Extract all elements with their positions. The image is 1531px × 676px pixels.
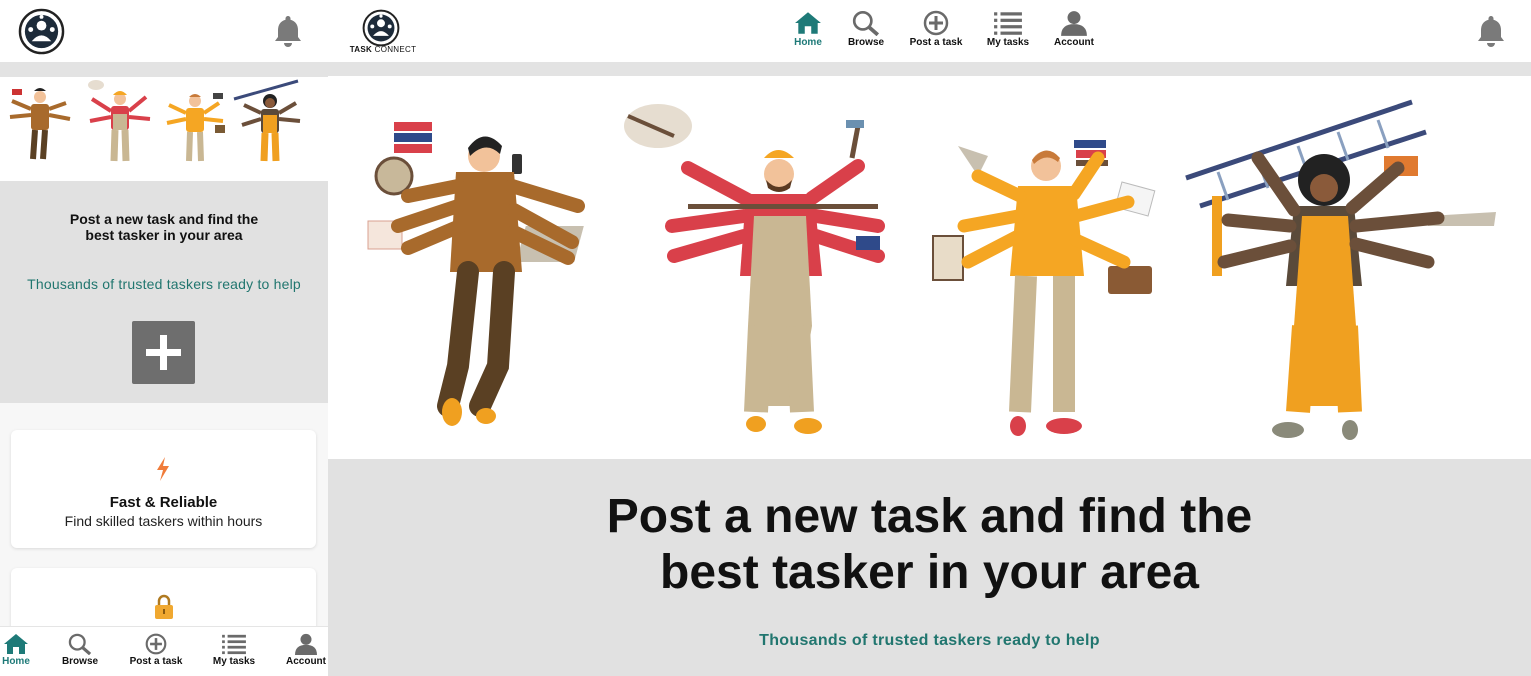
hero-subtitle: Thousands of trusted taskers ready to he… [759,632,1100,649]
post-task-button[interactable] [132,321,195,384]
app-root: Post a new task and find the best tasker… [0,0,1531,676]
nav-account-label: Account [286,656,326,667]
hero-title: Post a new task and find the best tasker… [30,211,298,243]
logo-icon[interactable] [18,8,65,55]
lightning-icon [157,457,169,481]
plus-circle-icon [145,633,167,655]
bell-icon[interactable] [1475,14,1507,48]
mobile-hero-section: Post a new task and find the best tasker… [0,181,328,403]
user-icon [1061,11,1087,36]
nav-post-task-label: Post a task [129,656,183,667]
hero-title: Post a new task and find the best tasker… [478,489,1381,601]
worker-illustration [624,104,885,434]
desktop-view: TASK CONNECT Home Browse Post a task My … [328,0,1531,676]
bell-icon[interactable] [272,14,304,48]
search-icon [68,633,92,655]
list-icon [994,12,1022,35]
worker-illustration [1185,99,1496,440]
hero-subtitle: Thousands of trusted taskers ready to he… [27,276,301,292]
nav-browse-label: Browse [847,37,885,48]
logo-text-word2: CONNECT [374,45,417,54]
hero-illustration [328,76,1531,459]
feature-description: Find skilled taskers within hours [64,513,263,529]
mobile-bottom-nav: Home Browse Post a task My tasks Account [0,626,328,676]
nav-my-tasks-label: My tasks [212,656,256,667]
mobile-view: Post a new task and find the best tasker… [0,0,328,676]
hero-title-line2: best tasker in your area [660,546,1199,599]
hero-title-line2: best tasker in your area [85,227,243,243]
nav-home-label: Home [2,656,30,667]
feature-card: Fast & Reliable Find skilled taskers wit… [11,430,316,548]
nav-browse-label: Browse [61,656,99,667]
logo-text-word1: TASK [349,45,373,54]
header-divider [328,62,1531,76]
nav-browse[interactable]: Browse [846,10,886,48]
mobile-header [0,0,328,62]
nav-post-task[interactable]: Post a task [128,627,184,676]
nav-home-label: Home [794,37,822,48]
nav-my-tasks[interactable]: My tasks [986,10,1030,48]
nav-my-tasks-label: My tasks [986,37,1030,48]
worker-illustration [932,140,1156,436]
worker-illustration [367,122,585,426]
nav-post-task[interactable]: Post a task [908,10,964,48]
nav-account[interactable]: Account [284,627,328,676]
home-icon [795,12,821,34]
nav-post-task-label: Post a task [909,37,963,48]
home-icon [4,634,28,654]
header-divider [0,62,328,77]
feature-title: Fast & Reliable [109,494,218,511]
nav-browse[interactable]: Browse [58,627,102,676]
hero-illustration [0,77,328,181]
logo-text: TASK CONNECT [348,45,418,54]
hero-title-line1: Post a new task and find the [606,490,1253,543]
plus-icon [146,335,181,370]
lock-icon [155,594,173,619]
user-icon [295,633,317,655]
nav-my-tasks[interactable]: My tasks [210,627,258,676]
nav-home[interactable]: Home [0,627,32,676]
nav-account[interactable]: Account [1052,10,1096,48]
plus-circle-icon [923,10,949,36]
nav-account-label: Account [1054,37,1094,48]
hero-title-line1: Post a new task and find the [69,211,259,227]
nav-home[interactable]: Home [792,10,824,48]
logo-icon[interactable] [362,9,400,47]
search-icon [852,10,880,36]
list-icon [222,634,246,655]
desktop-header: TASK CONNECT Home Browse Post a task My … [328,0,1531,62]
desktop-hero-section: Post a new task and find the best tasker… [328,459,1531,676]
